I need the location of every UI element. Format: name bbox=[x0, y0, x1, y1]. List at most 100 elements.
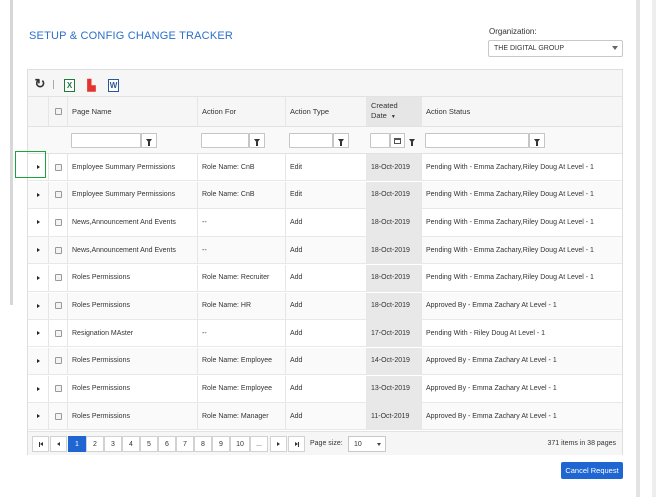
expand-arrow-icon[interactable] bbox=[36, 414, 40, 419]
cell-created-date: 17-Oct-2019 bbox=[366, 320, 421, 347]
first-page-button[interactable] bbox=[32, 436, 49, 452]
row-expand-cell[interactable] bbox=[28, 209, 48, 235]
filter-created-date-input[interactable] bbox=[370, 133, 390, 148]
row-checkbox[interactable] bbox=[54, 246, 62, 254]
prev-page-button[interactable] bbox=[50, 436, 67, 452]
chevron-left-icon bbox=[57, 442, 60, 446]
filter-page-name-input[interactable] bbox=[71, 133, 141, 148]
table-row[interactable]: Employee Summary Permissions Role Name: C… bbox=[28, 181, 622, 209]
page-button[interactable]: 9 bbox=[212, 436, 230, 452]
page-button[interactable]: 1 bbox=[68, 436, 86, 452]
filter-action-type-input[interactable] bbox=[289, 133, 333, 148]
filter-action-type-button[interactable] bbox=[333, 133, 349, 148]
select-all-checkbox[interactable] bbox=[54, 108, 62, 115]
header-created-date[interactable]: Created Date ▼ bbox=[366, 97, 421, 126]
filter-created-date-button[interactable] bbox=[406, 133, 418, 148]
header-action-status[interactable]: Action Status bbox=[421, 97, 622, 126]
filter-icon bbox=[146, 138, 152, 146]
row-select-cell[interactable] bbox=[48, 292, 67, 319]
header-action-type[interactable]: Action Type bbox=[285, 97, 366, 126]
row-select-cell[interactable] bbox=[48, 403, 67, 430]
right-scrollbar[interactable] bbox=[636, 0, 640, 497]
cell-created-date: 14-Oct-2019 bbox=[366, 347, 421, 375]
table-row[interactable]: Resignation MAster -- Add 17-Oct-2019 Pendin… bbox=[28, 320, 622, 348]
organization-select[interactable]: THE DIGITAL GROUP bbox=[488, 40, 623, 57]
page-button[interactable]: 10 bbox=[230, 436, 250, 452]
filter-action-for-input[interactable] bbox=[201, 133, 249, 148]
row-expand-cell[interactable] bbox=[28, 376, 48, 402]
table-row[interactable]: Roles Permissions Role Name: HR Add 18-Oct-… bbox=[28, 292, 622, 320]
row-checkbox[interactable] bbox=[54, 357, 62, 365]
page-button[interactable]: 2 bbox=[86, 436, 104, 452]
filter-action-status-input[interactable] bbox=[425, 133, 529, 148]
page-button[interactable]: 8 bbox=[194, 436, 212, 452]
row-expand-cell[interactable] bbox=[28, 293, 48, 319]
row-checkbox[interactable] bbox=[54, 302, 62, 310]
row-expand-cell[interactable] bbox=[28, 348, 48, 374]
row-expand-cell[interactable] bbox=[28, 237, 48, 263]
expand-arrow-icon[interactable] bbox=[36, 275, 40, 280]
row-select-cell[interactable] bbox=[48, 320, 67, 347]
page-size-value: 10 bbox=[354, 440, 362, 448]
page-button[interactable]: 6 bbox=[158, 436, 176, 452]
expand-arrow-icon[interactable] bbox=[36, 220, 40, 225]
filter-icon bbox=[254, 138, 260, 146]
cell-action-type: Add bbox=[285, 209, 366, 236]
row-checkbox[interactable] bbox=[54, 191, 62, 199]
page-size-select[interactable]: 10 bbox=[348, 436, 386, 452]
word-export-icon[interactable]: W bbox=[108, 79, 119, 92]
page-button[interactable]: 3 bbox=[104, 436, 122, 452]
page-button[interactable]: 7 bbox=[176, 436, 194, 452]
filter-page-name-button[interactable] bbox=[141, 133, 157, 148]
row-expand-cell[interactable] bbox=[28, 265, 48, 291]
pdf-export-icon[interactable]: ▙ bbox=[86, 79, 97, 92]
date-picker-button[interactable] bbox=[390, 133, 405, 148]
row-expand-cell[interactable] bbox=[28, 320, 48, 346]
row-select-cell[interactable] bbox=[48, 375, 67, 402]
expand-arrow-icon[interactable] bbox=[36, 248, 40, 253]
expand-arrow-icon[interactable] bbox=[36, 358, 40, 363]
row-expand-cell[interactable] bbox=[28, 403, 48, 429]
row-select-cell[interactable] bbox=[48, 154, 67, 181]
header-action-for[interactable]: Action For bbox=[197, 97, 285, 126]
row-checkbox[interactable] bbox=[54, 385, 62, 393]
cancel-request-button[interactable]: Cancel Request bbox=[561, 462, 623, 479]
expand-arrow-icon[interactable] bbox=[36, 331, 40, 336]
row-select-cell[interactable] bbox=[48, 209, 67, 236]
page-button[interactable]: ... bbox=[250, 436, 268, 452]
row-select-cell[interactable] bbox=[48, 347, 67, 375]
row-select-cell[interactable] bbox=[48, 181, 67, 208]
table-row[interactable]: News,Announcement And Events -- Add 18-Oct-… bbox=[28, 237, 622, 265]
expand-arrow-icon[interactable] bbox=[36, 303, 40, 308]
row-checkbox[interactable] bbox=[54, 274, 62, 282]
row-select-cell[interactable] bbox=[48, 237, 67, 264]
table-row[interactable]: Roles Permissions Role Name: Employee Add 1… bbox=[28, 375, 622, 403]
table-row[interactable]: Roles Permissions Role Name: Manager Add 11… bbox=[28, 403, 622, 431]
excel-export-icon[interactable]: X bbox=[64, 79, 75, 92]
filter-action-status-button[interactable] bbox=[529, 133, 545, 148]
header-select-all[interactable] bbox=[48, 97, 67, 126]
page-button[interactable]: 4 bbox=[122, 436, 140, 452]
filter-action-for-button[interactable] bbox=[249, 133, 265, 148]
table-row[interactable]: Roles Permissions Role Name: Employee Add 1… bbox=[28, 347, 622, 376]
row-expand-cell[interactable] bbox=[28, 182, 48, 208]
row-checkbox[interactable] bbox=[54, 218, 62, 226]
refresh-icon[interactable]: ↻ bbox=[34, 76, 46, 91]
expand-arrow-icon[interactable] bbox=[36, 386, 40, 391]
row-checkbox[interactable] bbox=[54, 163, 62, 171]
last-page-button[interactable] bbox=[288, 436, 305, 452]
row-checkbox[interactable] bbox=[54, 329, 62, 337]
header-page-name[interactable]: Page Name bbox=[67, 97, 197, 126]
left-scroll-rail bbox=[10, 0, 13, 305]
row-checkbox[interactable] bbox=[54, 412, 62, 420]
page-button[interactable]: 5 bbox=[140, 436, 158, 452]
cell-action-status: Approved By - Emma Zachary At Level - 1 bbox=[421, 292, 622, 319]
column-header-row: Page Name Action For Action Type Created… bbox=[28, 97, 622, 127]
table-row[interactable]: Roles Permissions Role Name: Recruiter Add… bbox=[28, 264, 622, 292]
table-row[interactable]: News,Announcement And Events -- Add 18-Oct-… bbox=[28, 209, 622, 237]
row-select-cell[interactable] bbox=[48, 264, 67, 291]
table-row[interactable]: Employee Summary Permissions Role Name: C… bbox=[28, 154, 622, 182]
expand-arrow-icon[interactable] bbox=[36, 192, 40, 197]
next-page-button[interactable] bbox=[270, 436, 287, 452]
cell-action-type: Add bbox=[285, 403, 366, 430]
